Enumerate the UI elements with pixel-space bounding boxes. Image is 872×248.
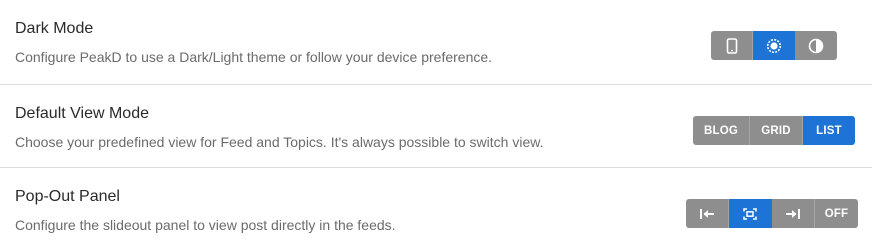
panel-right-icon [786,208,800,219]
blog-view-button[interactable]: BLOG [693,116,750,145]
list-view-button[interactable]: LIST [803,116,855,145]
grid-view-button[interactable]: GRID [750,116,803,145]
default-view-mode-title: Default View Mode [15,105,149,122]
panel-off-button[interactable]: OFF [815,199,858,228]
dark-theme-button[interactable] [795,31,837,60]
pop-out-panel-title: Pop-Out Panel [15,188,120,205]
dark-mode-title: Dark Mode [15,20,94,37]
panel-center-button[interactable] [729,199,772,228]
mobile-icon [726,37,737,54]
panel-center-icon [743,207,757,220]
default-view-mode-description: Choose your predefined view for Feed and… [15,134,544,150]
pop-out-panel-toggle-group: OFF [686,199,858,228]
default-view-mode-setting: Default View Mode Choose your predefined… [0,85,872,168]
device-theme-button[interactable] [711,31,753,60]
light-theme-button[interactable] [753,31,795,60]
dark-mode-description: Configure PeakD to use a Dark/Light them… [15,49,493,65]
view-mode-toggle-group: BLOG GRID LIST [693,116,855,145]
pop-out-panel-description: Configure the slideout panel to view pos… [15,217,396,233]
panel-right-button[interactable] [772,199,815,228]
half-circle-icon [808,38,824,53]
panel-left-icon [700,208,714,219]
pop-out-panel-setting: Pop-Out Panel Configure the slideout pan… [0,168,872,248]
panel-left-button[interactable] [686,199,729,228]
dark-mode-toggle-group [711,31,837,60]
sun-icon [766,38,781,53]
dark-mode-setting: Dark Mode Configure PeakD to use a Dark/… [0,0,872,85]
